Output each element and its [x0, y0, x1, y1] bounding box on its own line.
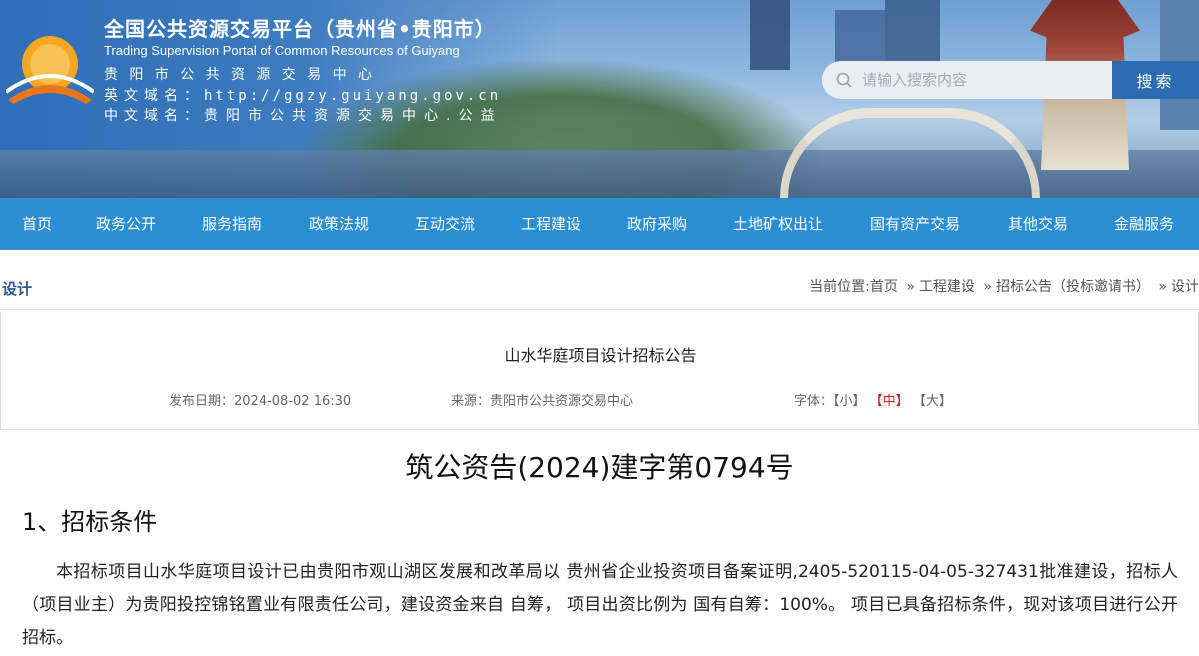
en-domain-label: 英文域名： [104, 88, 204, 104]
publish-date-value: 2024-08-02 16:30 [234, 394, 352, 409]
search-icon [836, 72, 852, 88]
header-banner: 全国公共资源交易平台（贵州省•贵阳市） Trading Supervision … [0, 0, 1199, 198]
nav-item-other-trading[interactable]: 其他交易 [1008, 198, 1068, 250]
publish-date-label: 发布日期： [169, 394, 235, 409]
nav-item-land-mining[interactable]: 土地矿权出让 [733, 198, 823, 250]
breadcrumb-construction[interactable]: 工程建设 [919, 279, 975, 295]
nav-item-construction[interactable]: 工程建设 [521, 198, 581, 250]
breadcrumb-separator: » [1158, 279, 1167, 295]
cn-domain-label: 中文域名： [104, 108, 204, 124]
nav-item-financial-services[interactable]: 金融服务 [1114, 198, 1174, 250]
nav-item-government-affairs[interactable]: 政务公开 [96, 198, 156, 250]
nav-item-service-guide[interactable]: 服务指南 [202, 198, 262, 250]
en-domain: 英文域名：http://ggzy.guiyang.gov.cn [104, 86, 502, 106]
search-button[interactable]: 搜索 [1112, 61, 1199, 99]
cn-domain-value: 贵阳市公共资源交易中心.公益 [204, 108, 503, 124]
main-nav: 首页 政务公开 服务指南 政策法规 互动交流 工程建设 政府采购 土地矿权出让 … [0, 198, 1199, 250]
breadcrumb-home[interactable]: 首页 [870, 279, 898, 295]
search-input[interactable] [822, 61, 1112, 99]
nav-item-interaction[interactable]: 互动交流 [415, 198, 475, 250]
banner-building [885, 0, 940, 65]
breadcrumb-prefix: 当前位置: [809, 279, 870, 295]
breadcrumb-separator: » [983, 279, 992, 295]
center-name: 贵阳市公共资源交易中心 [104, 67, 384, 83]
nav-item-home[interactable]: 首页 [22, 198, 52, 250]
publish-date: 发布日期：2024-08-02 16:30 [169, 390, 351, 409]
article-title: 山水华庭项目设计招标公告 [504, 346, 697, 365]
location-bar: 设计 当前位置:首页 » 工程建设 » 招标公告（投标邀请书） » 设计 [0, 266, 1199, 310]
site-title-en: Trading Supervision Portal of Common Res… [104, 43, 460, 58]
search-bar: 搜索 [822, 61, 1199, 99]
font-size-label: 字体： [794, 394, 834, 409]
document-number: 筑公资告(2024)建字第0794号 [405, 451, 794, 484]
breadcrumb-separator: » [906, 279, 915, 295]
article-source-value: 贵阳市公共资源交易中心 [490, 394, 634, 409]
section-tag: 设计 [2, 280, 33, 298]
section-body: 本招标项目山水华庭项目设计已由贵阳市观山湖区发展和改革局以 贵州省企业投资项目备… [22, 562, 1178, 648]
cn-domain: 中文域名：贵阳市公共资源交易中心.公益 [104, 106, 502, 126]
nav-item-procurement[interactable]: 政府采购 [627, 198, 687, 250]
font-size-medium[interactable]: 【中】 [870, 394, 909, 409]
article-source: 来源：贵阳市公共资源交易中心 [451, 390, 633, 409]
article-source-label: 来源： [451, 394, 491, 409]
breadcrumb-design[interactable]: 设计 [1171, 279, 1199, 295]
font-size-switcher: 字体：【小】 【中】 【大】 [794, 390, 952, 409]
site-logo[interactable] [6, 30, 94, 110]
en-domain-value: http://ggzy.guiyang.gov.cn [204, 88, 502, 104]
site-title-cn: 全国公共资源交易平台（贵州省•贵阳市） [104, 17, 496, 41]
font-size-large[interactable]: 【大】 [913, 394, 952, 409]
breadcrumb-tender-notice[interactable]: 招标公告（投标邀请书） [996, 279, 1150, 295]
font-size-small[interactable]: 【小】 [833, 394, 866, 409]
nav-item-state-assets[interactable]: 国有资产交易 [870, 198, 960, 250]
article-header: 山水华庭项目设计招标公告 发布日期：2024-08-02 16:30 来源：贵阳… [0, 312, 1199, 430]
section-heading: 1、招标条件 [22, 508, 158, 536]
breadcrumb: 当前位置:首页 » 工程建设 » 招标公告（投标邀请书） » 设计 [809, 276, 1199, 296]
nav-item-policies[interactable]: 政策法规 [309, 198, 369, 250]
site-title-block: 全国公共资源交易平台（贵州省•贵阳市） Trading Supervision … [104, 16, 502, 126]
